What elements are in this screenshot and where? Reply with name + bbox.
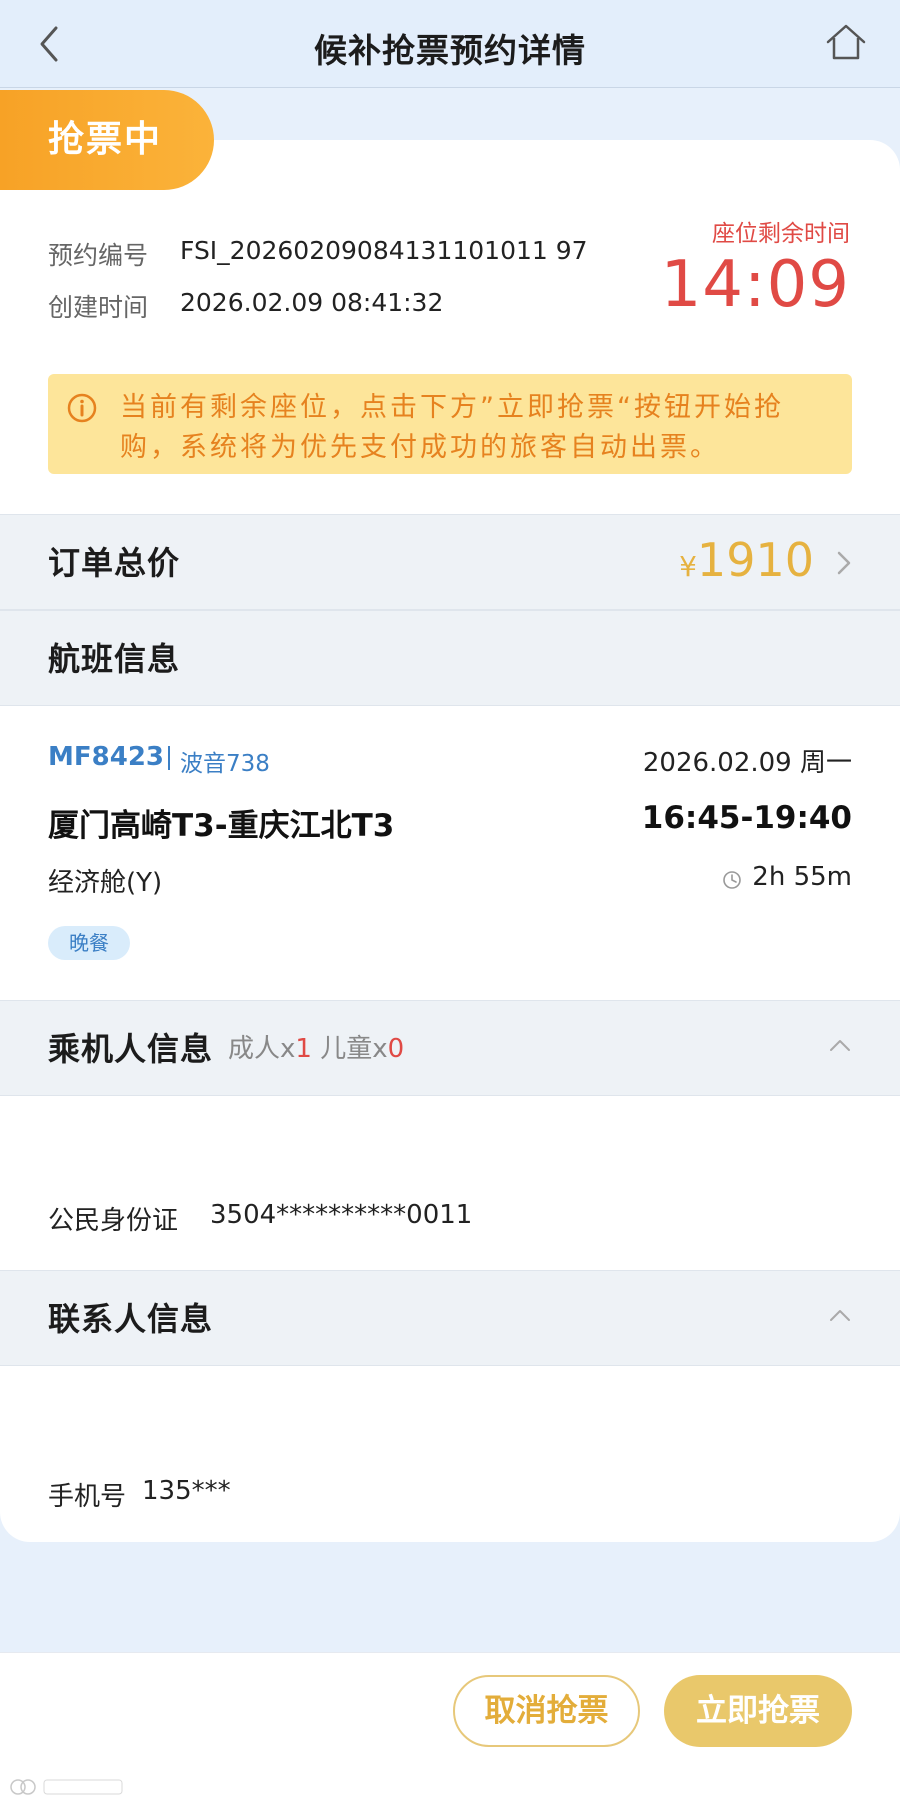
id-type: 公民身份证 — [48, 1206, 179, 1236]
flight-number: MF8423 — [48, 742, 164, 772]
child-label: 儿童x — [320, 1034, 388, 1064]
bottom-action-bar: 取消抢票 立即抢票 — [0, 1652, 900, 1805]
seat-available-notice: 当前有剩余座位，点击下方”立即抢票“按钮开始抢购，系统将为优先支付成功的旅客自动… — [48, 374, 852, 474]
order-total-row[interactable]: 订单总价 ¥1910 — [0, 514, 900, 610]
status-badge: 抢票中 — [0, 90, 214, 190]
aircraft-type: 波音738 — [180, 751, 270, 777]
order-total-label: 订单总价 — [48, 544, 181, 582]
watermark-logo — [10, 1779, 123, 1795]
home-icon — [826, 24, 866, 60]
notice-text: 当前有剩余座位，点击下方”立即抢票“按钮开始抢购，系统将为优先支付成功的旅客自动… — [120, 392, 784, 463]
info-icon — [67, 393, 97, 423]
adult-count: 1 — [295, 1034, 312, 1064]
contact-info-header[interactable]: 联系人信息 — [0, 1270, 900, 1366]
flight-separator — [168, 746, 170, 770]
adult-label: 成人x — [228, 1034, 296, 1064]
id-number: 3504**********0011 — [210, 1200, 473, 1230]
clock-icon — [723, 871, 741, 889]
cancel-grab-button[interactable]: 取消抢票 — [453, 1675, 640, 1747]
chevron-up-icon — [830, 1040, 850, 1051]
seat-remaining-countdown: 14:09 — [660, 248, 850, 322]
flight-date: 2026.02.09 周一 — [642, 748, 852, 778]
chevron-up-icon — [830, 1310, 850, 1321]
chevron-right-icon — [837, 551, 851, 575]
booking-number: FSI_20260209084131101011 97 — [180, 236, 588, 265]
page-title: 候补抢票预约详情 — [314, 31, 586, 70]
flight-time: 16:45-19:40 — [641, 800, 852, 836]
booking-detail-card: 预约编号 FSI_20260209084131101011 97 创建时间 20… — [0, 140, 900, 1542]
home-button[interactable] — [822, 20, 870, 66]
meal-tag: 晚餐 — [48, 926, 130, 960]
flight-route: 厦门高崎T3-重庆江北T3 — [48, 808, 395, 844]
child-count: 0 — [387, 1034, 405, 1064]
created-time: 2026.02.09 08:41:32 — [180, 288, 444, 317]
phone-label: 手机号 — [48, 1482, 127, 1512]
order-total-price: ¥1910 — [679, 533, 814, 587]
phone-number: 135*** — [142, 1476, 231, 1506]
order-total-amount: 1910 — [696, 533, 814, 587]
flight-info-header: 航班信息 — [0, 610, 900, 706]
flight-info-title: 航班信息 — [48, 640, 181, 678]
top-nav-bar: 候补抢票预约详情 — [0, 0, 900, 88]
currency-symbol: ¥ — [679, 550, 697, 583]
passenger-info-header[interactable]: 乘机人信息 成人x1 儿童x0 — [0, 1000, 900, 1096]
grab-now-button[interactable]: 立即抢票 — [664, 1675, 852, 1747]
created-time-label: 创建时间 — [48, 293, 149, 322]
seat-remaining-label: 座位剩余时间 — [712, 221, 850, 247]
cabin-class: 经济舱(Y) — [48, 868, 163, 898]
booking-number-label: 预约编号 — [48, 241, 149, 270]
flight-duration: 2h 55m — [752, 862, 852, 892]
passenger-count: 成人x1 儿童x0 — [228, 1001, 404, 1097]
contact-info-title: 联系人信息 — [48, 1300, 214, 1338]
passenger-info-title: 乘机人信息 — [48, 1030, 214, 1068]
